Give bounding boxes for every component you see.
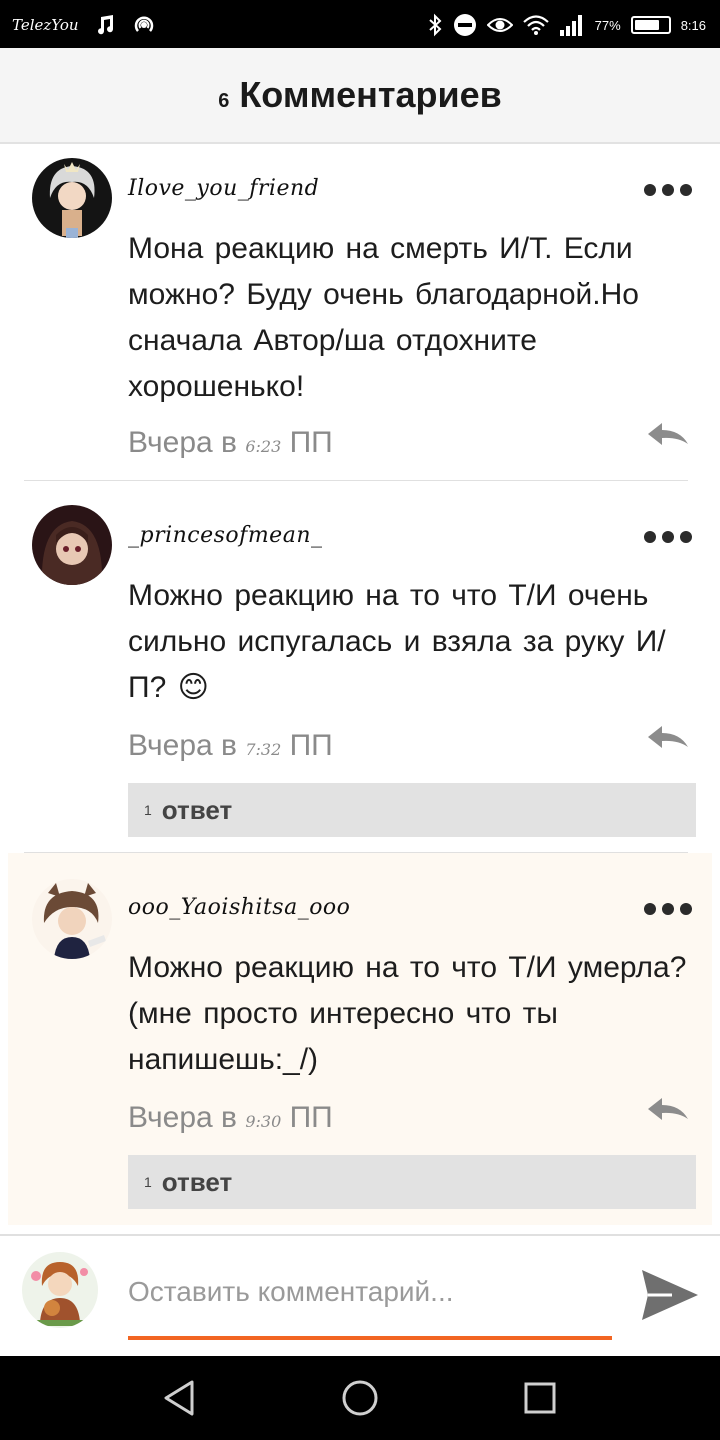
time-value: 7:32 — [245, 740, 282, 759]
music-note-icon — [97, 15, 113, 35]
avatar[interactable] — [32, 505, 112, 585]
recents-icon[interactable] — [518, 1376, 562, 1420]
eye-icon — [486, 18, 513, 32]
bluetooth-icon — [428, 13, 442, 37]
carrier-name: TelezYou — [12, 16, 79, 34]
comment-username[interactable]: Ilove_you_friend — [128, 176, 319, 201]
status-bar: TelezYou 77% 8:16 — [0, 0, 720, 48]
comments-title: Комментариев — [239, 74, 502, 115]
comment-username[interactable]: _princesofmean_ — [128, 523, 323, 548]
time-suffix: ПП — [289, 729, 333, 762]
comments-header: 6 Комментариев — [0, 48, 720, 144]
comment-item: ooo_Yaoishitsa_ooo Можно реакцию на то ч… — [8, 853, 712, 1225]
reply-icon[interactable] — [646, 1095, 690, 1125]
replies-label: ответ — [161, 1166, 233, 1197]
back-icon[interactable] — [158, 1376, 202, 1420]
comment-composer — [0, 1234, 720, 1356]
replies-count: 1 — [144, 802, 152, 818]
time-value: 9:30 — [245, 1112, 282, 1131]
clock: 8:16 — [680, 17, 706, 33]
comment-item: Ilove_you_friend Мона реакцию на смерть … — [8, 146, 712, 480]
comments-list[interactable]: Ilove_you_friend Мона реакцию на смерть … — [0, 146, 720, 1232]
avatar[interactable] — [32, 879, 112, 959]
comment-text: Мона реакцию на смерть И/Т. Если можно? … — [128, 232, 639, 403]
comment-text: Можно реакцию на то что Т/И умерла? (мне… — [128, 951, 687, 1076]
signal-icon — [559, 15, 582, 36]
avatar[interactable] — [22, 1252, 98, 1328]
battery-percent: 77% — [594, 17, 621, 33]
comment-time: Вчера в 7:32 ПП — [128, 729, 333, 763]
time-suffix: ПП — [289, 426, 333, 459]
wifi-icon — [522, 15, 549, 35]
avatar[interactable] — [32, 158, 112, 238]
comment-input[interactable] — [128, 1270, 612, 1314]
comment-text: Можно реакцию на то что Т/И очень сильно… — [128, 579, 666, 704]
more-icon[interactable] — [644, 184, 692, 196]
comment-username[interactable]: ooo_Yaoishitsa_ooo — [128, 895, 350, 920]
system-nav-bar — [0, 1356, 720, 1440]
send-icon[interactable] — [638, 1266, 700, 1324]
broadcast-icon — [134, 16, 153, 32]
more-icon[interactable] — [644, 531, 692, 543]
input-underline — [128, 1336, 612, 1340]
more-icon[interactable] — [644, 903, 692, 915]
replies-button[interactable]: 1 ответ — [128, 1155, 696, 1209]
time-suffix: ПП — [289, 1101, 333, 1134]
battery-icon — [630, 16, 671, 34]
home-icon[interactable] — [338, 1376, 382, 1420]
time-prefix: Вчера в — [128, 426, 237, 459]
comment-time: Вчера в 6:23 ПП — [128, 426, 333, 460]
time-prefix: Вчера в — [128, 729, 237, 762]
time-value: 6:23 — [245, 437, 282, 456]
comment-item: _princesofmean_ Можно реакцию на то что … — [8, 481, 712, 851]
dnd-icon — [453, 14, 476, 36]
replies-label: ответ — [161, 794, 233, 825]
reply-icon[interactable] — [646, 723, 690, 753]
comments-count: 6 — [218, 90, 230, 112]
comment-time: Вчера в 9:30 ПП — [128, 1101, 333, 1135]
page-title: 6 Комментариев — [218, 74, 502, 116]
replies-button[interactable]: 1 ответ — [128, 783, 696, 837]
time-prefix: Вчера в — [128, 1101, 237, 1134]
replies-count: 1 — [144, 1174, 152, 1190]
reply-icon[interactable] — [646, 420, 690, 450]
